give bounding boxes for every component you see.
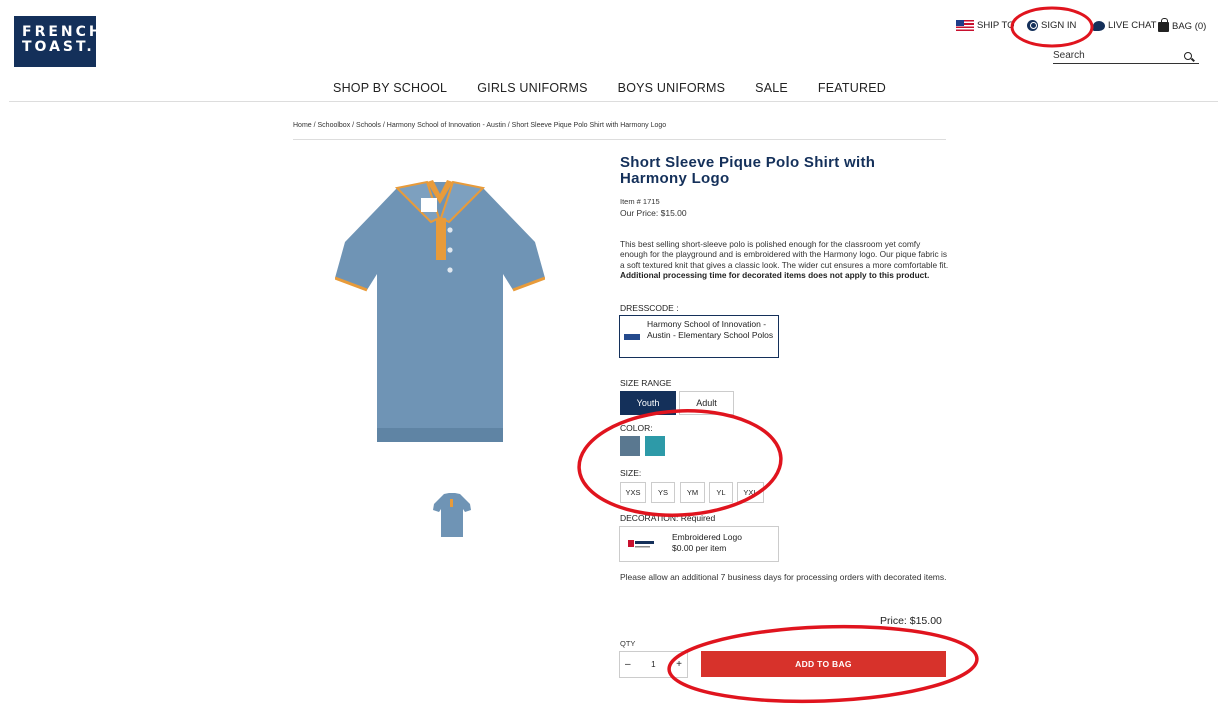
nav-sale[interactable]: SALE: [755, 81, 788, 95]
color-swatch-slate[interactable]: [620, 436, 640, 456]
product-main-image[interactable]: [335, 178, 545, 450]
qty-decrease-button[interactable]: –: [625, 659, 631, 670]
size-yl[interactable]: YL: [709, 482, 733, 503]
decoration-label: DECORATION: Required: [620, 513, 716, 523]
live-chat-label: LIVE CHAT: [1108, 20, 1157, 31]
ship-to-link[interactable]: SHIP TO: [956, 20, 1015, 31]
size-range-adult[interactable]: Adult: [679, 391, 734, 415]
sign-in-label: SIGN IN: [1041, 20, 1077, 31]
qty-increase-button[interactable]: +: [676, 659, 682, 670]
size-ym[interactable]: YM: [680, 482, 705, 503]
user-icon: [1027, 20, 1038, 31]
decoration-name: Embroidered Logo: [672, 532, 742, 542]
dresscode-value: Harmony School of Innovation - Austin - …: [647, 319, 774, 340]
qty-value[interactable]: 1: [651, 660, 655, 669]
nav-boys-uniforms[interactable]: BOYS UNIFORMS: [618, 81, 725, 95]
description-text: This best selling short-sleeve polo is p…: [620, 239, 949, 270]
product-thumbnail[interactable]: [433, 492, 471, 538]
dresscode-thumbnail: [624, 334, 640, 340]
add-to-bag-button[interactable]: ADD TO BAG: [701, 651, 946, 677]
us-flag-icon: [956, 20, 974, 31]
decoration-price: $0.00 per item: [672, 543, 727, 553]
nav-divider: [9, 101, 1218, 102]
annotation-overlay: [577, 6, 1094, 704]
harmony-logo-icon: [626, 537, 656, 551]
bag-link[interactable]: BAG (0): [1158, 18, 1207, 32]
bag-icon: [1158, 18, 1169, 32]
bag-label: BAG (0): [1172, 20, 1207, 32]
qty-label: QTY: [620, 639, 636, 648]
description-bold-text: Additional processing time for decorated…: [620, 269, 930, 280]
logo-line-2: TOAST.: [22, 39, 95, 55]
logo-line-1: FRENCH: [22, 24, 104, 40]
search-icon[interactable]: [1184, 51, 1192, 60]
quantity-stepper: – 1 +: [619, 651, 688, 678]
breadcrumb[interactable]: Home / Schoolbox / Schools / Harmony Sch…: [293, 122, 666, 129]
dresscode-label: DRESSCODE :: [620, 303, 679, 313]
main-nav: SHOP BY SCHOOL GIRLS UNIFORMS BOYS UNIFO…: [0, 81, 1219, 95]
sign-in-link[interactable]: SIGN IN: [1027, 20, 1076, 31]
search-bar: [1053, 48, 1199, 64]
ship-to-label: SHIP TO: [977, 20, 1015, 31]
size-yxs[interactable]: YXS: [620, 482, 646, 503]
chat-icon: [1093, 20, 1105, 31]
size-ys[interactable]: YS: [651, 482, 675, 503]
total-price: Price: $15.00: [880, 615, 942, 627]
item-number: Item # 1715: [620, 197, 660, 206]
size-range-label: SIZE RANGE: [620, 378, 672, 388]
product-description: This best selling short-sleeve polo is p…: [620, 239, 950, 280]
search-input[interactable]: [1053, 50, 1178, 61]
product-title: Short Sleeve Pique Polo Shirt with Harmo…: [620, 154, 876, 187]
breadcrumb-divider: [293, 139, 946, 140]
dresscode-option[interactable]: Harmony School of Innovation - Austin - …: [619, 315, 779, 358]
nav-featured[interactable]: FEATURED: [818, 81, 886, 95]
our-price: Our Price: $15.00: [620, 208, 687, 218]
size-range-youth[interactable]: Youth: [620, 391, 676, 415]
size-label: SIZE:: [620, 468, 642, 478]
decoration-option[interactable]: Embroidered Logo $0.00 per item: [619, 526, 779, 562]
color-label: COLOR:: [620, 423, 653, 433]
french-toast-logo[interactable]: FRENCH TOAST.: [14, 16, 104, 67]
nav-girls-uniforms[interactable]: GIRLS UNIFORMS: [477, 81, 587, 95]
processing-note: Please allow an additional 7 business da…: [620, 572, 947, 582]
nav-shop-by-school[interactable]: SHOP BY SCHOOL: [333, 81, 447, 95]
live-chat-link[interactable]: LIVE CHAT: [1093, 20, 1156, 31]
annotation-color-size: [577, 409, 783, 517]
size-yxl[interactable]: YXL: [737, 482, 764, 503]
color-swatch-teal[interactable]: [645, 436, 665, 456]
